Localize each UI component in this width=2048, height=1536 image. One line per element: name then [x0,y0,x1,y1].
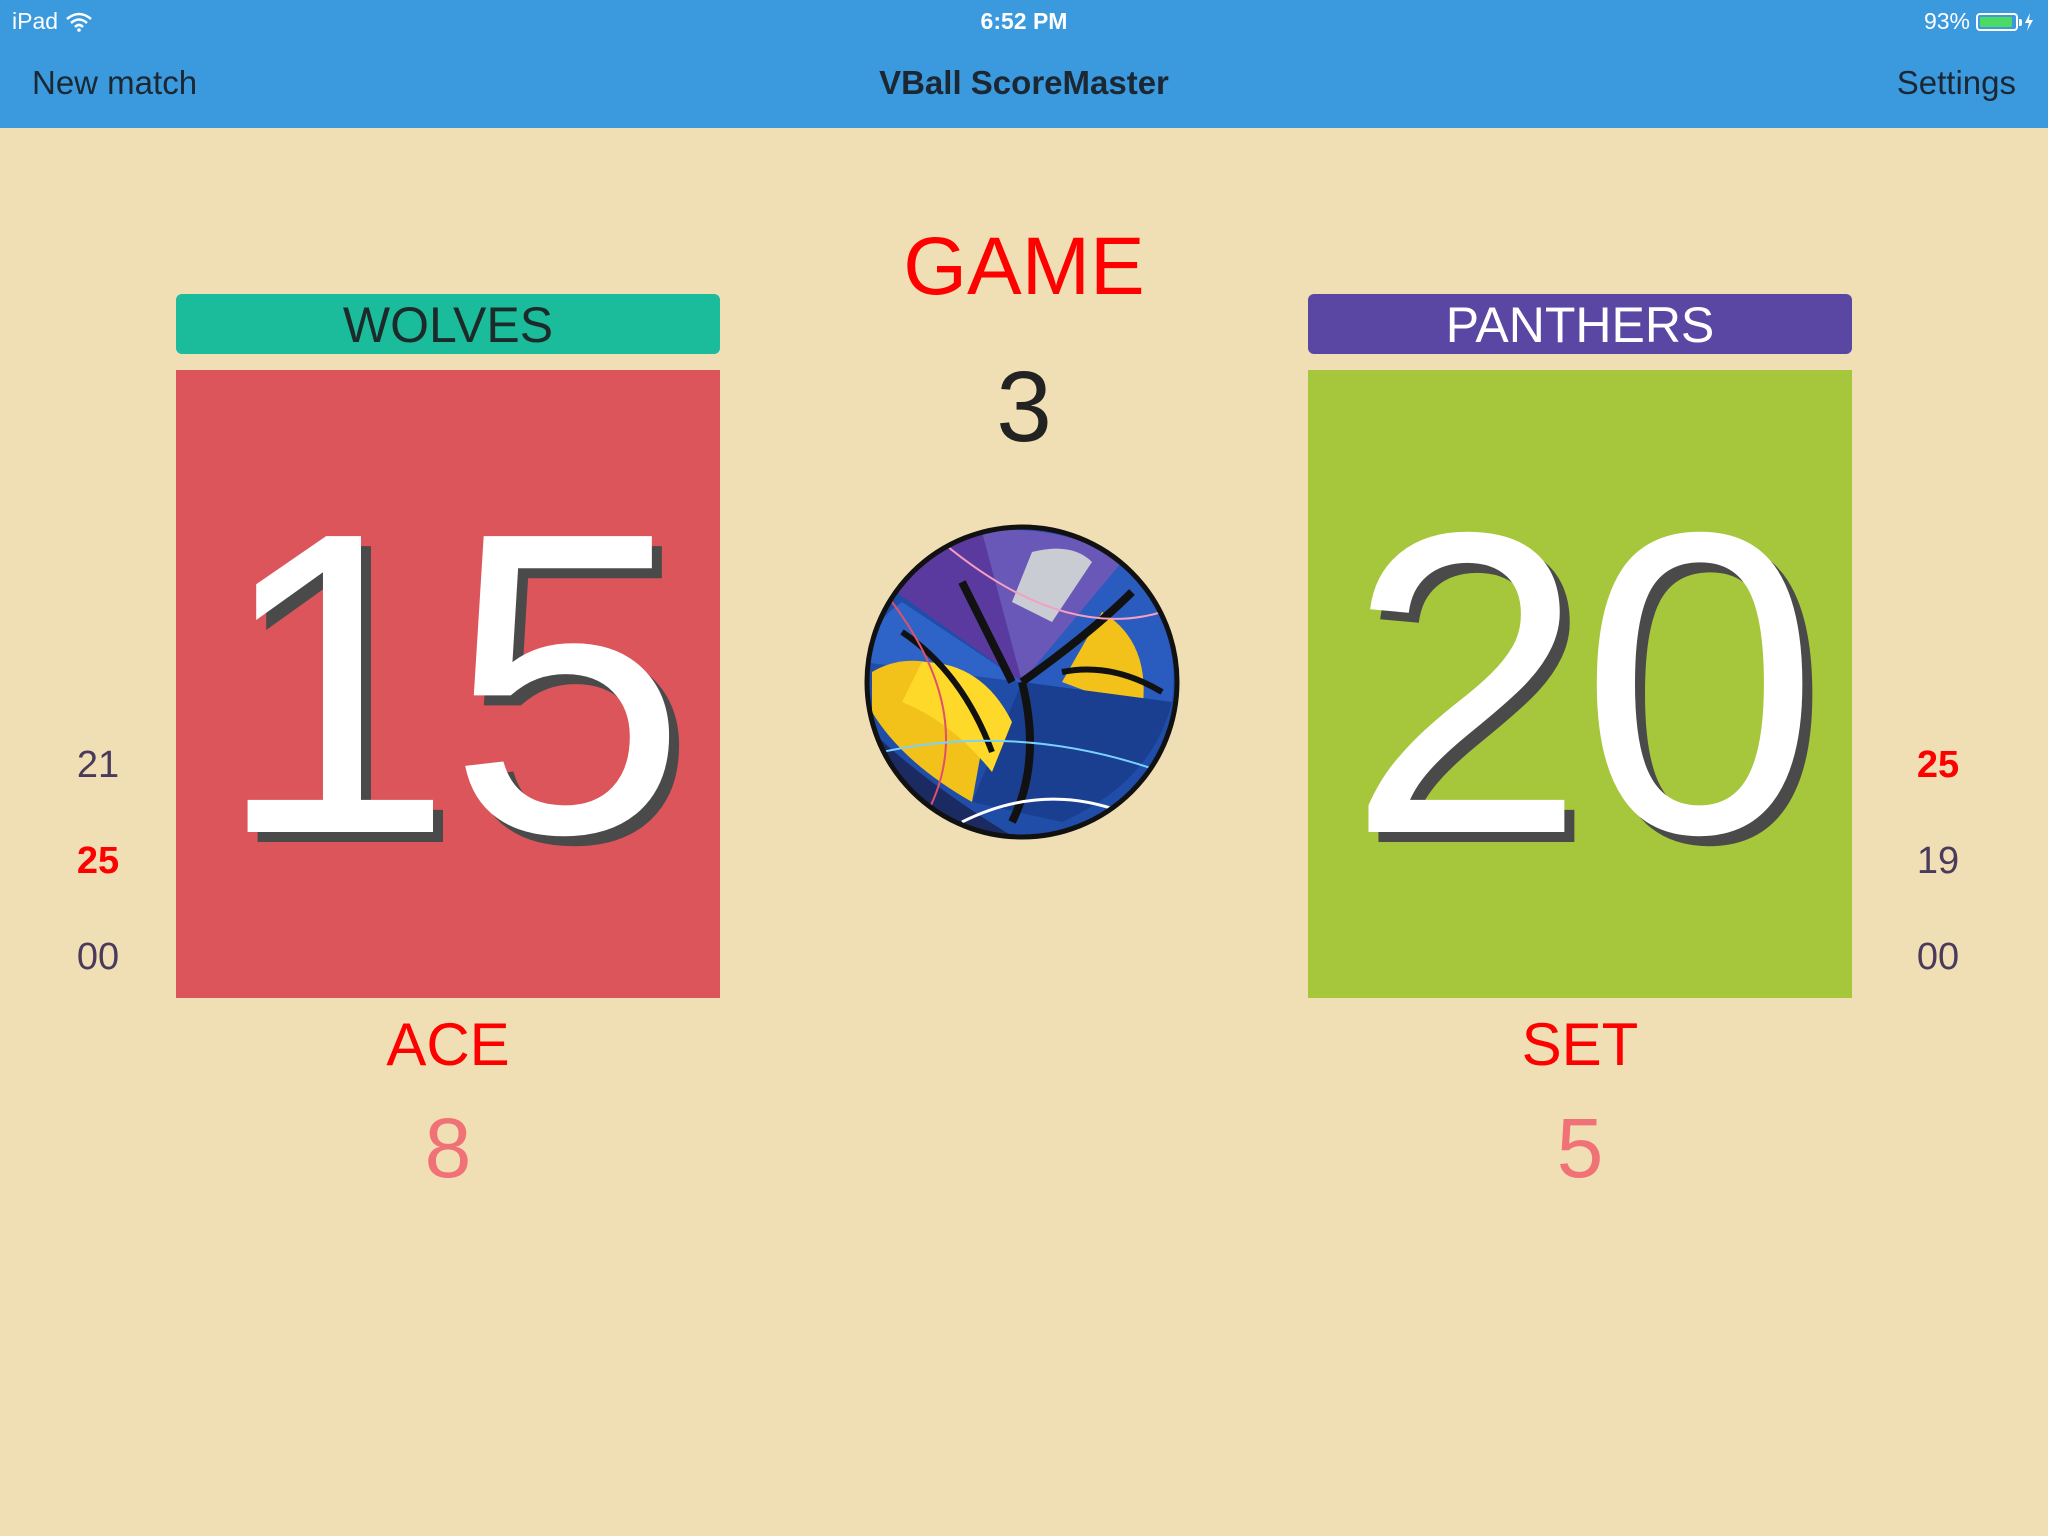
battery-percent: 93% [1923,8,1970,34]
app-title: VBall ScoreMaster [879,64,1169,101]
home-stat-value[interactable]: 8 [176,1100,720,1197]
away-set-score-2: 19 [1916,840,1960,882]
away-set-score-3: 00 [1916,936,1960,978]
away-stat-value[interactable]: 5 [1308,1100,1852,1197]
home-set-score-2: 25 [76,840,120,882]
away-set-score-1: 25 [1916,744,1960,786]
home-score[interactable]: 15 [176,370,720,998]
volleyball-icon[interactable] [862,522,1182,842]
away-stat-label: SET [1521,1011,1639,1078]
home-set-score-3: 00 [76,936,120,978]
status-battery: 93% [1924,8,2034,35]
home-set-score-1: 21 [76,744,120,786]
home-stat-label: ACE [386,1011,510,1078]
top-bar: iPad 6:52 PM 93% New match VBall ScoreMa… [0,0,2048,128]
navigation-bar: New match VBall ScoreMaster Settings [0,40,2048,128]
status-bar: iPad 6:52 PM 93% [0,0,2048,40]
settings-button[interactable]: Settings [1897,64,2016,102]
charging-icon [2025,12,2033,31]
away-score[interactable]: 20 [1308,370,1852,998]
status-time: 6:52 PM [980,8,1068,34]
away-team-name[interactable]: PANTHERS [1308,294,1852,354]
battery-icon [1976,12,2022,31]
home-team-name[interactable]: WOLVES [176,294,720,354]
